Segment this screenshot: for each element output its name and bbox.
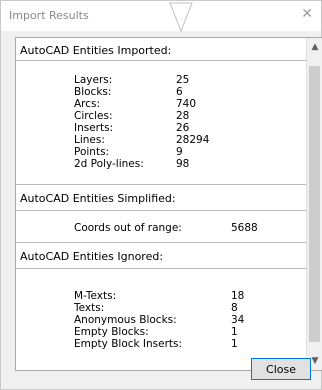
row-label: Lines:: [74, 134, 105, 146]
row-value: 8: [231, 302, 238, 314]
divider: [16, 242, 306, 243]
divider: [16, 184, 306, 185]
list-item: Circles: 28: [16, 110, 306, 122]
row-value: 740: [176, 98, 197, 110]
row-value: 1: [231, 326, 238, 338]
list-item: Anonymous Blocks: 34: [16, 314, 306, 326]
window-title: Import Results: [9, 9, 89, 22]
chevron-up-icon[interactable]: ▲: [307, 42, 322, 52]
vertical-scrollbar[interactable]: ▲ ▼: [306, 38, 322, 370]
list-item: Lines: 28294: [16, 134, 306, 146]
row-value: 6: [176, 86, 183, 98]
results-content: AutoCAD Entities Imported: Layers: 25 Bl…: [16, 38, 306, 370]
list-item: Points: 9: [16, 146, 306, 158]
row-label: Arcs:: [74, 98, 101, 110]
row-value: 26: [176, 122, 190, 134]
row-value: 34: [231, 314, 245, 326]
row-label: Circles:: [74, 110, 113, 122]
list-item: M-Texts: 18: [16, 290, 306, 302]
list-item: Texts: 8: [16, 302, 306, 314]
row-label: Points:: [74, 146, 110, 158]
list-item: Blocks: 6: [16, 86, 306, 98]
row-label: Inserts:: [74, 122, 114, 134]
section-heading-simplified: AutoCAD Entities Simplified:: [20, 192, 176, 205]
row-label: Empty Blocks:: [74, 326, 149, 338]
list-item: Inserts: 26: [16, 122, 306, 134]
list-item: Empty Blocks: 1: [16, 326, 306, 338]
import-results-dialog: Import Results ✕ AutoCAD Entities Import…: [0, 0, 322, 390]
list-item: Coords out of range: 5688: [16, 222, 306, 234]
row-value: 25: [176, 74, 190, 86]
row-label: Layers:: [74, 74, 113, 86]
row-label: Empty Block Inserts:: [74, 338, 183, 350]
list-item: 2d Poly-lines: 98: [16, 158, 306, 170]
section-heading-ignored: AutoCAD Entities Ignored:: [20, 250, 164, 263]
row-label: M-Texts:: [74, 290, 117, 302]
row-value: 5688: [231, 222, 258, 234]
row-value: 98: [176, 158, 190, 170]
row-label: Texts:: [74, 302, 105, 314]
divider: [16, 268, 306, 269]
close-icon[interactable]: ✕: [301, 6, 313, 22]
row-label: Coords out of range:: [74, 222, 182, 234]
row-value: 18: [231, 290, 245, 302]
close-button[interactable]: Close: [251, 358, 311, 380]
row-value: 9: [176, 146, 183, 158]
row-label: Blocks:: [74, 86, 112, 98]
list-item: Arcs: 740: [16, 98, 306, 110]
list-item: Empty Block Inserts: 1: [16, 338, 306, 350]
scrollbar-thumb[interactable]: [309, 66, 320, 342]
list-item: Layers: 25: [16, 74, 306, 86]
mouse-pointer-icon: [169, 2, 193, 32]
row-label: Anonymous Blocks:: [74, 314, 177, 326]
row-value: 28: [176, 110, 190, 122]
section-heading-imported: AutoCAD Entities Imported:: [20, 44, 172, 57]
divider: [16, 60, 306, 61]
row-value: 28294: [176, 134, 210, 146]
row-value: 1: [231, 338, 238, 350]
title-bar: Import Results ✕: [1, 1, 321, 32]
row-label: 2d Poly-lines:: [74, 158, 144, 170]
divider: [16, 210, 306, 211]
results-list[interactable]: AutoCAD Entities Imported: Layers: 25 Bl…: [15, 37, 322, 371]
